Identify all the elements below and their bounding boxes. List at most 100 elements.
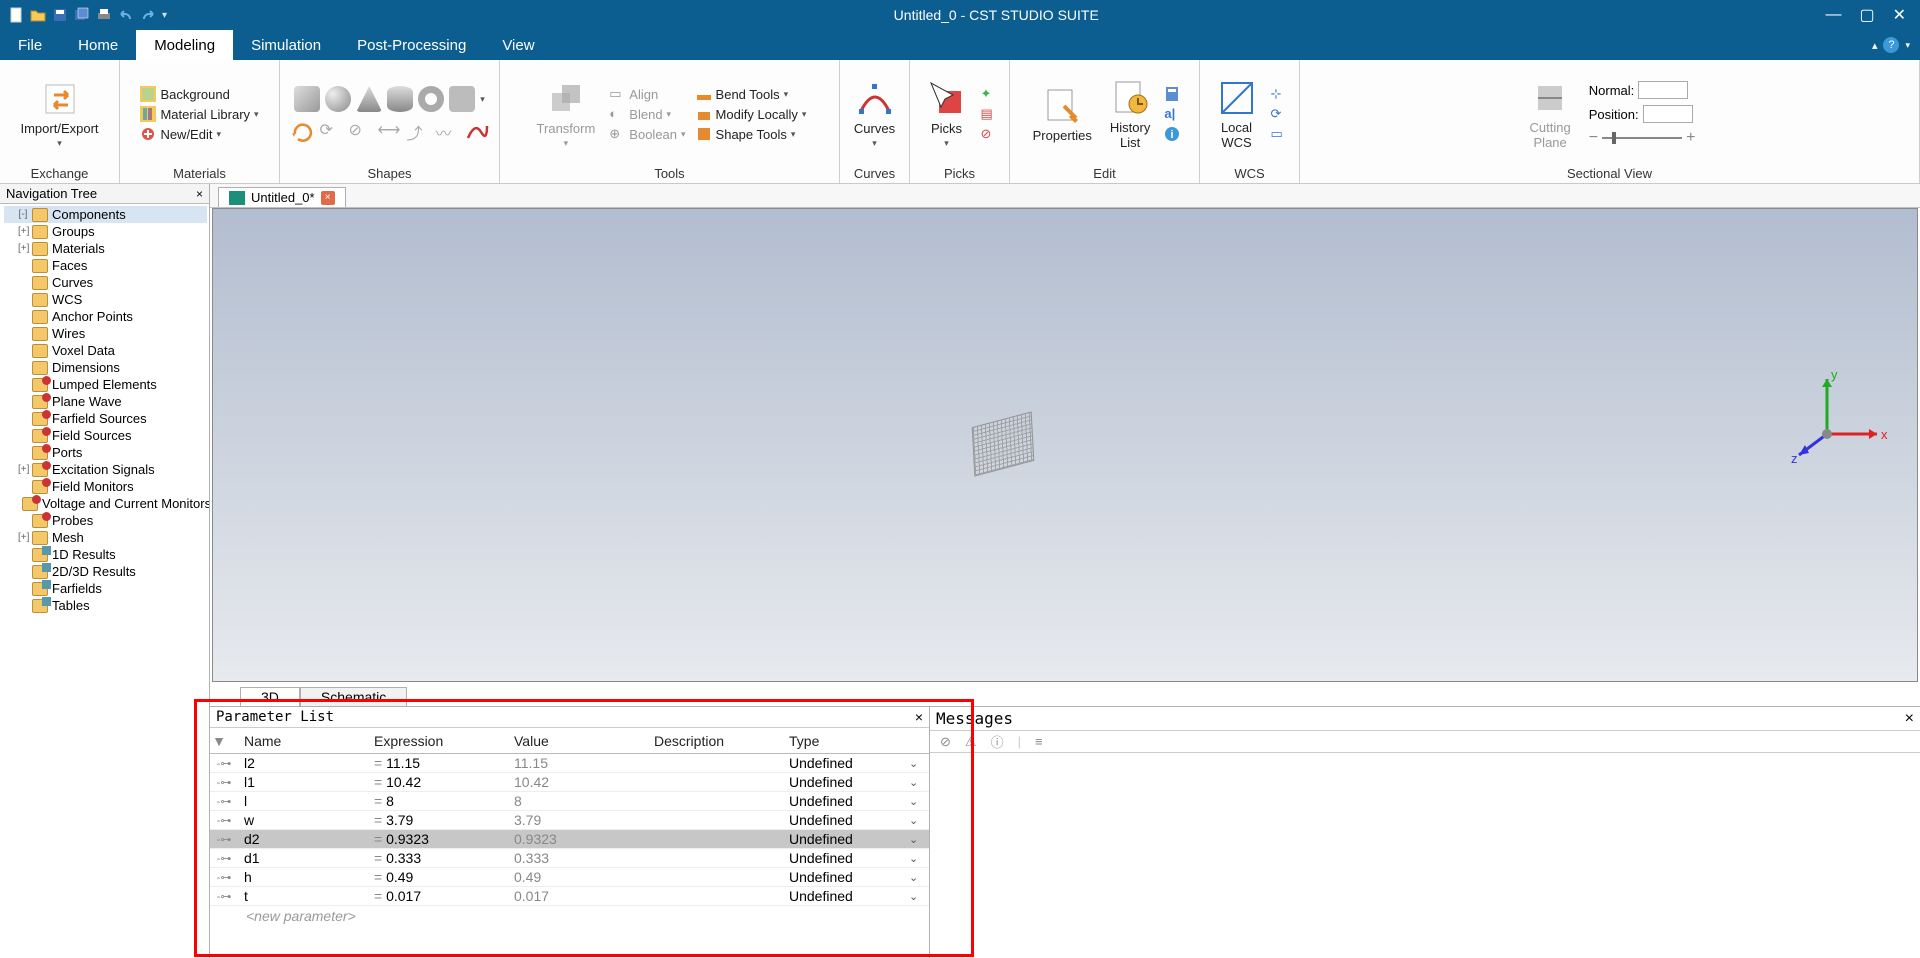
tree-item[interactable]: [+]Mesh — [4, 529, 207, 546]
normal-input[interactable] — [1638, 81, 1688, 99]
properties-button[interactable]: Properties — [1027, 82, 1098, 147]
parameter-list-close-icon[interactable]: × — [915, 709, 923, 725]
shape-mirror-icon[interactable]: ⟷ — [378, 120, 402, 142]
menu-view[interactable]: View — [484, 30, 552, 60]
tree-expand-icon[interactable]: [+] — [18, 464, 28, 475]
boolean-button[interactable]: ⊕Boolean▾ — [607, 125, 687, 143]
col-name[interactable]: Name — [238, 731, 368, 751]
msg-list-icon[interactable]: ≡ — [1035, 734, 1043, 749]
align-button[interactable]: ▭Align — [607, 85, 687, 103]
menu-modeling[interactable]: Modeling — [136, 30, 233, 60]
shape-extrude-icon[interactable] — [449, 86, 475, 112]
type-dropdown-icon[interactable]: ⌄ — [903, 833, 923, 846]
tree-item[interactable]: Farfields — [4, 580, 207, 597]
filter-icon[interactable]: ▼ — [210, 732, 228, 750]
blend-button[interactable]: ◐Blend▾ — [607, 105, 687, 123]
type-dropdown-icon[interactable]: ⌄ — [903, 776, 923, 789]
tree-item[interactable]: Plane Wave — [4, 393, 207, 410]
new-file-icon[interactable] — [8, 7, 24, 23]
col-expression[interactable]: Expression — [368, 731, 508, 751]
tree-item[interactable]: Lumped Elements — [4, 376, 207, 393]
parameter-row[interactable]: -⊶t= 0.0170.017Undefined⌄ — [210, 887, 929, 906]
open-file-icon[interactable] — [30, 7, 46, 23]
param-expression[interactable]: = 3.79 — [368, 812, 508, 828]
tree-item[interactable]: [+]Groups — [4, 223, 207, 240]
shape-cone-icon[interactable] — [356, 86, 382, 112]
type-dropdown-icon[interactable]: ⌄ — [903, 757, 923, 770]
col-type[interactable]: Type — [783, 731, 903, 751]
msg-info-icon[interactable]: ⓘ — [991, 732, 1004, 751]
pin-icon[interactable]: -⊶ — [210, 814, 238, 827]
pin-icon[interactable]: -⊶ — [210, 776, 238, 789]
tree-item[interactable]: [+]Materials — [4, 240, 207, 257]
shape-tools-button[interactable]: Shape Tools▾ — [694, 125, 809, 143]
tree-item[interactable]: [+]Excitation Signals — [4, 461, 207, 478]
param-type[interactable]: Undefined — [783, 888, 903, 904]
shape-sphere-icon[interactable] — [325, 86, 351, 112]
tree-item[interactable]: Tables — [4, 597, 207, 614]
param-type[interactable]: Undefined — [783, 831, 903, 847]
pin-icon[interactable]: -⊶ — [210, 795, 238, 808]
menu-home[interactable]: Home — [60, 30, 136, 60]
tree-item[interactable]: Dimensions — [4, 359, 207, 376]
menu-simulation[interactable]: Simulation — [233, 30, 339, 60]
slider-plus-icon[interactable]: + — [1686, 129, 1695, 147]
help-icon[interactable]: ? — [1883, 37, 1899, 53]
shape-loft-icon[interactable]: ⊘ — [349, 120, 373, 142]
viewport-3d[interactable]: x y z — [212, 208, 1918, 682]
save-icon[interactable] — [52, 7, 68, 23]
tree-item[interactable]: WCS — [4, 291, 207, 308]
param-expression[interactable]: = 0.333 — [368, 850, 508, 866]
new-edit-button[interactable]: New/Edit▾ — [138, 125, 260, 143]
tree-item[interactable]: Faces — [4, 257, 207, 274]
bend-tools-button[interactable]: Bend Tools▾ — [694, 85, 809, 103]
slider-minus-icon[interactable]: − — [1589, 129, 1598, 147]
maximize-button[interactable]: ▢ — [1859, 5, 1874, 25]
shape-cylinder-icon[interactable] — [387, 86, 413, 112]
type-dropdown-icon[interactable]: ⌄ — [903, 795, 923, 808]
param-type[interactable]: Undefined — [783, 755, 903, 771]
msg-warning-icon[interactable]: ⚠ — [965, 734, 977, 750]
pin-icon[interactable]: -⊶ — [210, 871, 238, 884]
tree-item[interactable]: 1D Results — [4, 546, 207, 563]
tree-item[interactable]: Ports — [4, 444, 207, 461]
tree-expand-icon[interactable]: [+] — [18, 532, 28, 543]
tree-item[interactable]: Voltage and Current Monitors — [4, 495, 207, 512]
tree-item[interactable]: Curves — [4, 274, 207, 291]
tree-item[interactable]: Anchor Points — [4, 308, 207, 325]
minimize-button[interactable]: — — [1825, 6, 1841, 24]
view-tab-schematic[interactable]: Schematic — [300, 687, 407, 706]
parameter-row[interactable]: -⊶l= 88Undefined⌄ — [210, 792, 929, 811]
param-expression[interactable]: = 0.017 — [368, 888, 508, 904]
parameter-row[interactable]: -⊶d1= 0.3330.333Undefined⌄ — [210, 849, 929, 868]
wcs-axis-button[interactable]: ⊹ — [1269, 85, 1289, 103]
parameter-row[interactable]: -⊶l2= 11.1511.15Undefined⌄ — [210, 754, 929, 773]
history-list-button[interactable]: History List — [1104, 74, 1156, 154]
parameter-row[interactable]: -⊶h= 0.490.49Undefined⌄ — [210, 868, 929, 887]
transform-button[interactable]: Transform ▾ — [531, 75, 602, 153]
param-expression[interactable]: = 11.15 — [368, 755, 508, 771]
document-tab-close-icon[interactable]: × — [321, 191, 335, 205]
param-type[interactable]: Undefined — [783, 774, 903, 790]
print-icon[interactable] — [96, 7, 112, 23]
pick-list-button[interactable]: ▤ — [979, 105, 999, 123]
param-type[interactable]: Undefined — [783, 812, 903, 828]
wcs-align-button[interactable]: ▭ — [1269, 125, 1289, 143]
pin-icon[interactable]: -⊶ — [210, 757, 238, 770]
close-button[interactable]: ✕ — [1893, 5, 1906, 25]
document-tab[interactable]: Untitled_0* × — [218, 187, 346, 207]
parameter-row[interactable]: -⊶w= 3.793.79Undefined⌄ — [210, 811, 929, 830]
param-expression[interactable]: = 0.49 — [368, 869, 508, 885]
tree-expand-icon[interactable]: [-] — [18, 209, 28, 220]
new-parameter-placeholder[interactable]: <new parameter> — [210, 906, 929, 926]
type-dropdown-icon[interactable]: ⌄ — [903, 852, 923, 865]
pick-point-button[interactable]: ✦ — [979, 85, 999, 103]
param-expression[interactable]: = 0.9323 — [368, 831, 508, 847]
position-input[interactable] — [1643, 105, 1693, 123]
save-all-icon[interactable] — [74, 7, 90, 23]
parameter-row[interactable]: -⊶d2= 0.93230.9323Undefined⌄ — [210, 830, 929, 849]
type-dropdown-icon[interactable]: ⌄ — [903, 890, 923, 903]
menu-file[interactable]: File — [0, 30, 60, 60]
tree-item[interactable]: Farfield Sources — [4, 410, 207, 427]
material-library-button[interactable]: Material Library▾ — [138, 105, 260, 123]
